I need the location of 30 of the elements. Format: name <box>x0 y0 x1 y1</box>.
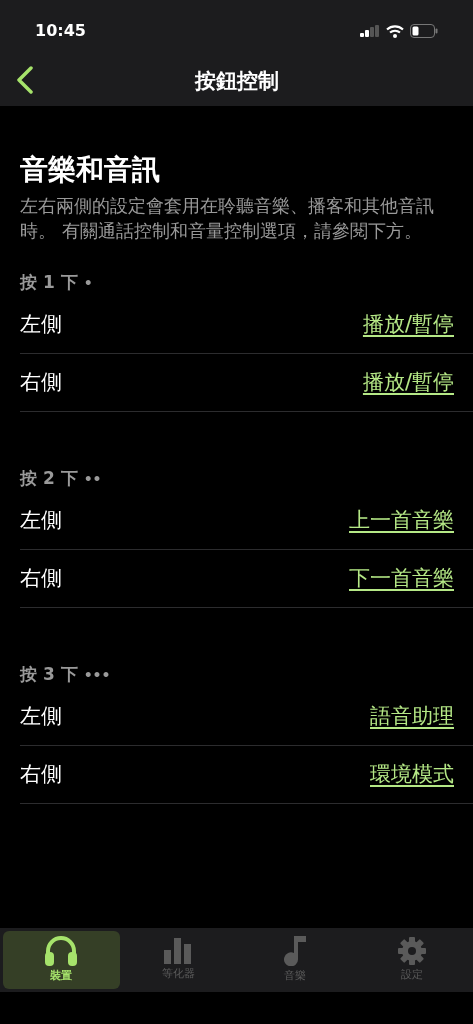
music-note-icon <box>283 935 306 966</box>
group-label: 按 3 下 <box>20 663 78 687</box>
tab-item[interactable]: 裝置 <box>3 931 120 989</box>
signal-icon <box>360 25 380 37</box>
side-label: 左側 <box>20 310 62 338</box>
bar-chart-icon <box>164 937 193 964</box>
press-dots: ••• <box>83 665 111 685</box>
nav-title: 按鈕控制 <box>194 68 279 96</box>
side-label: 右側 <box>20 760 62 788</box>
headphones-icon <box>44 935 79 966</box>
action-link[interactable]: 環境模式 <box>370 758 454 791</box>
press-dots: • <box>83 273 93 293</box>
side-label: 左側 <box>20 702 62 730</box>
back-chevron-icon <box>16 66 34 94</box>
side-label: 左側 <box>20 506 62 534</box>
battery-icon <box>410 24 438 38</box>
action-link[interactable]: 下一首音樂 <box>349 562 454 595</box>
group-label: 按 2 下 <box>20 467 78 491</box>
side-label: 右側 <box>20 368 62 396</box>
group-label: 按 1 下 <box>20 271 78 295</box>
section-title: 音樂和音訊 <box>20 152 161 188</box>
wifi-icon <box>386 24 404 38</box>
action-link[interactable]: 播放/暫停 <box>362 308 454 341</box>
side-label: 右側 <box>20 564 62 592</box>
press-dots: •• <box>83 469 102 489</box>
status-time: 10:45 <box>35 20 86 42</box>
action-link[interactable]: 播放/暫停 <box>362 366 454 399</box>
section-description: 左右兩側的設定會套用在聆聽音樂、播客和其他音訊時。 有關通話控制和音量控制選項，請參閱下方。 <box>20 195 435 243</box>
action-link[interactable]: 上一首音樂 <box>349 504 454 537</box>
action-link[interactable]: 語音助理 <box>370 700 454 733</box>
